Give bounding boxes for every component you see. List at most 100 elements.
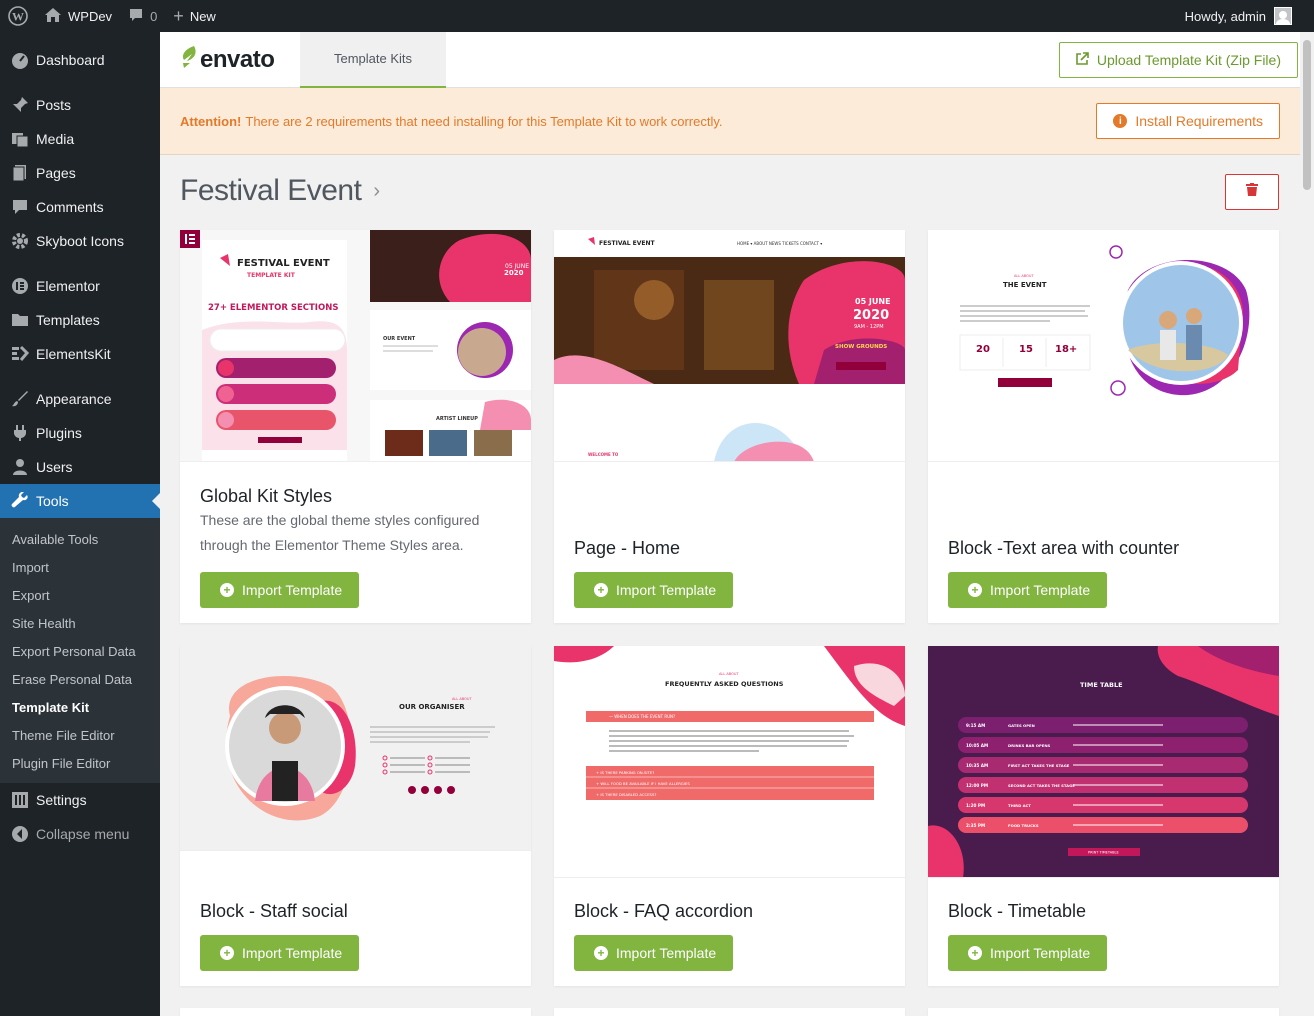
import-template-button[interactable]: + Import Template xyxy=(200,935,360,971)
dashboard-icon xyxy=(10,50,30,70)
new-content-link[interactable]: + New xyxy=(165,0,224,32)
home-icon xyxy=(44,7,62,26)
comments-link[interactable]: 0 xyxy=(120,0,165,32)
menu-label: Comments xyxy=(36,199,104,215)
template-thumbnail[interactable]: FESTIVAL EVENT TEMPLATE KIT 27+ ELEMENTO… xyxy=(180,230,531,462)
template-thumbnail[interactable]: ALL ABOUT FREQUENTLY ASKED QUESTIONS — W… xyxy=(554,646,905,878)
card-title: Block - Timetable xyxy=(948,901,1087,921)
template-card: TIME TABLE 9:15 AM GATES OPEN 10:05 AM DRIN… xyxy=(928,646,1279,986)
card-title: Block - Staff social xyxy=(200,901,348,921)
menu-posts[interactable]: Posts xyxy=(0,88,160,122)
timetable-desc-line xyxy=(1073,824,1163,826)
template-thumbnail[interactable]: ALL ABOUT THE EVENT 20 15 18+ xyxy=(928,230,1279,462)
envato-logo-text: envato xyxy=(200,45,275,73)
gear-icon xyxy=(10,231,30,251)
menu-skyboot-icons[interactable]: Skyboot Icons xyxy=(0,224,160,258)
menu-label: Appearance xyxy=(36,391,112,407)
delete-kit-button[interactable] xyxy=(1225,174,1279,210)
timetable-event: SECOND ACT TAKES THE STAGE xyxy=(1008,783,1075,788)
comment-bubble-icon xyxy=(128,7,144,26)
menu-templates[interactable]: Templates xyxy=(0,303,160,337)
thumb-faq-title: FREQUENTLY ASKED QUESTIONS xyxy=(665,680,784,688)
menu-elementor[interactable]: Elementor xyxy=(0,269,160,303)
envato-header: envato Template Kits Upload Template Kit… xyxy=(160,31,1300,88)
template-card: ALL ABOUT OUR ORGANISER Block - Staff so… xyxy=(180,646,531,986)
thumb-staff-title: OUR ORGANISER xyxy=(399,703,465,711)
menu-users[interactable]: Users xyxy=(0,450,160,484)
card-description: These are the global theme styles config… xyxy=(200,512,480,553)
submenu-available-tools[interactable]: Available Tools xyxy=(0,525,160,553)
menu-pages[interactable]: Pages xyxy=(0,156,160,190)
my-account-link[interactable]: Howdy, admin xyxy=(1177,0,1314,32)
notice-text: There are 2 requirements that need insta… xyxy=(245,113,723,129)
menu-label: Skyboot Icons xyxy=(36,233,124,249)
menu-tools[interactable]: Tools xyxy=(0,484,160,518)
pages-icon xyxy=(10,163,30,183)
timetable-event: GATES OPEN xyxy=(1008,723,1035,728)
requirements-notice: Attention! There are 2 requirements that… xyxy=(160,88,1300,155)
template-thumbnail[interactable]: ALL ABOUT OUR ORGANISER xyxy=(180,646,531,851)
submenu-export-personal-data[interactable]: Export Personal Data xyxy=(0,637,160,665)
submenu-template-kit[interactable]: Template Kit xyxy=(0,693,160,721)
svg-text:ALL ABOUT: ALL ABOUT xyxy=(719,672,739,676)
submenu-site-health[interactable]: Site Health xyxy=(0,609,160,637)
import-template-button[interactable]: + Import Template xyxy=(200,572,360,608)
timetable-desc-line xyxy=(1073,804,1163,806)
collapse-label: Collapse menu xyxy=(36,826,130,842)
card-title: Global Kit Styles xyxy=(200,486,333,506)
import-label: Import Template xyxy=(616,945,717,961)
menu-settings[interactable]: Settings xyxy=(0,783,160,817)
menu-appearance[interactable]: Appearance xyxy=(0,382,160,416)
info-icon: i xyxy=(1113,114,1128,128)
plus-circle-icon: + xyxy=(968,583,982,597)
submenu-erase-personal-data[interactable]: Erase Personal Data xyxy=(0,665,160,693)
menu-plugins[interactable]: Plugins xyxy=(0,416,160,450)
template-thumbnail[interactable]: TIME TABLE 9:15 AM GATES OPEN 10:05 AM DRIN… xyxy=(928,646,1279,878)
svg-text:PRINT TIMETABLE: PRINT TIMETABLE xyxy=(1088,851,1119,855)
import-template-button[interactable]: + Import Template xyxy=(948,572,1108,608)
thumb-home-year: 2020 xyxy=(853,308,889,323)
menu-comments[interactable]: Comments xyxy=(0,190,160,224)
menu-label: ElementsKit xyxy=(36,346,111,362)
menu-label: Plugins xyxy=(36,425,82,441)
upload-template-kit-button[interactable]: Upload Template Kit (Zip File) xyxy=(1058,41,1298,78)
import-template-button[interactable]: + Import Template xyxy=(574,935,734,971)
import-template-button[interactable]: + Import Template xyxy=(948,935,1108,971)
thumb-timetable-title: TIME TABLE xyxy=(1080,681,1123,689)
scrollbar[interactable] xyxy=(1300,32,1314,1016)
submenu-export[interactable]: Export xyxy=(0,581,160,609)
submenu-plugin-file-editor[interactable]: Plugin File Editor xyxy=(0,749,160,777)
tab-template-kits[interactable]: Template Kits xyxy=(300,31,446,88)
plus-circle-icon: + xyxy=(220,946,234,960)
timetable-desc-line xyxy=(1073,784,1163,786)
wordpress-logo-icon[interactable]: W xyxy=(0,0,36,32)
submenu-theme-file-editor[interactable]: Theme File Editor xyxy=(0,721,160,749)
import-template-button[interactable]: + Import Template xyxy=(574,572,734,608)
timetable-time: 10:35 AM xyxy=(966,763,988,768)
menu-elementskit[interactable]: ElementsKit xyxy=(0,337,160,371)
thumb-home-brand: FESTIVAL EVENT xyxy=(599,240,655,247)
tools-submenu: Available Tools Import Export Site Healt… xyxy=(0,518,160,783)
comments-count: 0 xyxy=(150,8,158,24)
menu-label: Tools xyxy=(36,493,69,509)
scrollbar-thumb[interactable] xyxy=(1303,40,1311,190)
envato-logo[interactable]: envato xyxy=(160,45,300,75)
install-requirements-button[interactable]: i Install Requirements xyxy=(1096,103,1280,139)
collapse-menu-button[interactable]: Collapse menu xyxy=(0,817,160,851)
admin-sidebar: Dashboard Posts Media Pages Comments Sky… xyxy=(0,32,160,1016)
trash-icon xyxy=(1246,183,1258,201)
site-name-link[interactable]: WPDev xyxy=(36,0,120,32)
submenu-import[interactable]: Import xyxy=(0,553,160,581)
menu-dashboard[interactable]: Dashboard xyxy=(0,43,160,77)
import-label: Import Template xyxy=(990,582,1091,598)
card-title: Block - FAQ accordion xyxy=(574,901,754,921)
template-thumbnail[interactable]: FESTIVAL EVENT HOME ▾ ABOUT NEWS TICKETS… xyxy=(554,230,905,462)
svg-text:ALL ABOUT: ALL ABOUT xyxy=(1014,274,1034,278)
chevron-right-icon[interactable]: › xyxy=(373,180,380,203)
comments-icon xyxy=(10,197,30,217)
timetable-time: 2:35 PM xyxy=(966,823,985,828)
template-card: ALL ABOUT FREQUENTLY ASKED QUESTIONS — W… xyxy=(554,646,905,986)
thumb-home-venue: SHOW GROUNDS xyxy=(835,344,887,350)
menu-media[interactable]: Media xyxy=(0,122,160,156)
svg-text:WELCOME TO: WELCOME TO xyxy=(588,452,619,457)
